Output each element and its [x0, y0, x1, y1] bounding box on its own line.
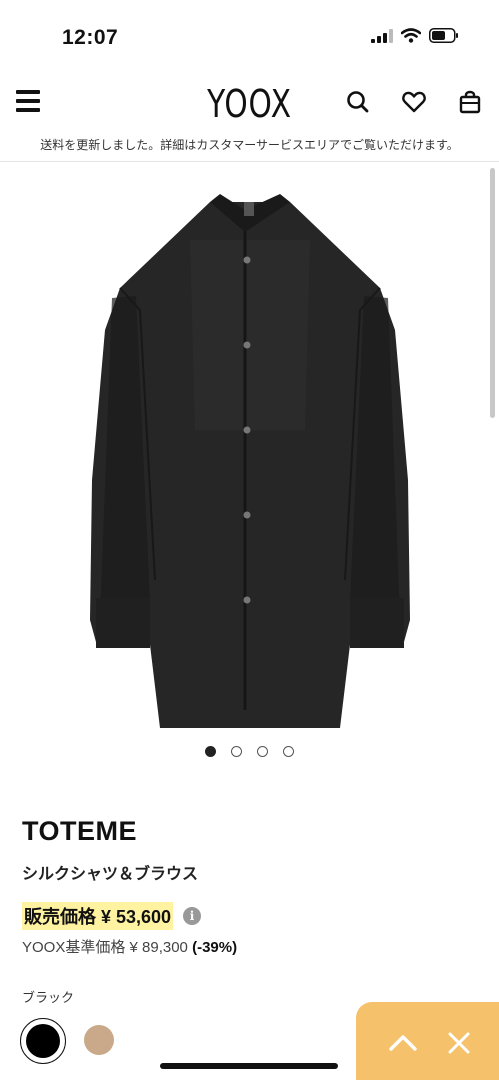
home-indicator[interactable] — [160, 1063, 338, 1069]
hamburger-icon[interactable] — [16, 90, 40, 112]
gallery-dot[interactable] — [205, 746, 216, 757]
heart-icon[interactable] — [400, 88, 428, 116]
product-brand[interactable]: TOTEME — [22, 816, 137, 847]
gallery-dot[interactable] — [283, 746, 294, 757]
status-time: 12:07 — [62, 26, 119, 49]
gallery-dot[interactable] — [257, 746, 268, 757]
sale-price: 販売価格 ¥ 53,600 — [22, 902, 174, 930]
sale-price-row: 販売価格 ¥ 53,600 i — [22, 902, 202, 930]
page-scrollbar[interactable] — [490, 168, 495, 418]
site-header: YOOX — [0, 76, 499, 132]
status-icons — [371, 28, 459, 43]
gallery-dot[interactable] — [231, 746, 242, 757]
discount-percent: (-39%) — [192, 939, 238, 956]
product-name: シルクシャツ＆ブラウス — [22, 866, 199, 883]
close-icon[interactable] — [442, 1026, 476, 1060]
product-image-shirt[interactable] — [40, 180, 460, 740]
search-icon[interactable] — [344, 88, 372, 116]
wifi-icon — [401, 28, 421, 43]
signal-icon — [371, 28, 393, 43]
reference-price: YOOX基準価格 ¥ 89,300 — [22, 939, 188, 956]
shipping-notice: 送料を更新しました。詳細はカスタマーサービスエリアでご覧いただけます。 — [40, 138, 459, 152]
header-divider — [0, 161, 499, 162]
yoox-logo[interactable]: YOOX — [55, 82, 444, 126]
status-bar: 12:07 — [0, 0, 499, 76]
battery-icon — [429, 28, 458, 43]
color-swatch-black[interactable] — [20, 1018, 66, 1064]
swatch-fill — [26, 1024, 60, 1058]
color-swatch-beige[interactable] — [84, 1025, 114, 1055]
reference-price-row: YOOX基準価格 ¥ 89,300 (-39%) — [22, 936, 237, 957]
info-icon[interactable]: i — [183, 907, 202, 925]
gallery-dots — [0, 746, 499, 757]
bag-icon[interactable] — [456, 88, 484, 116]
floating-action-bar — [356, 1002, 499, 1080]
chevron-up-icon[interactable] — [386, 1026, 420, 1060]
color-label: ブラック — [22, 990, 75, 1005]
